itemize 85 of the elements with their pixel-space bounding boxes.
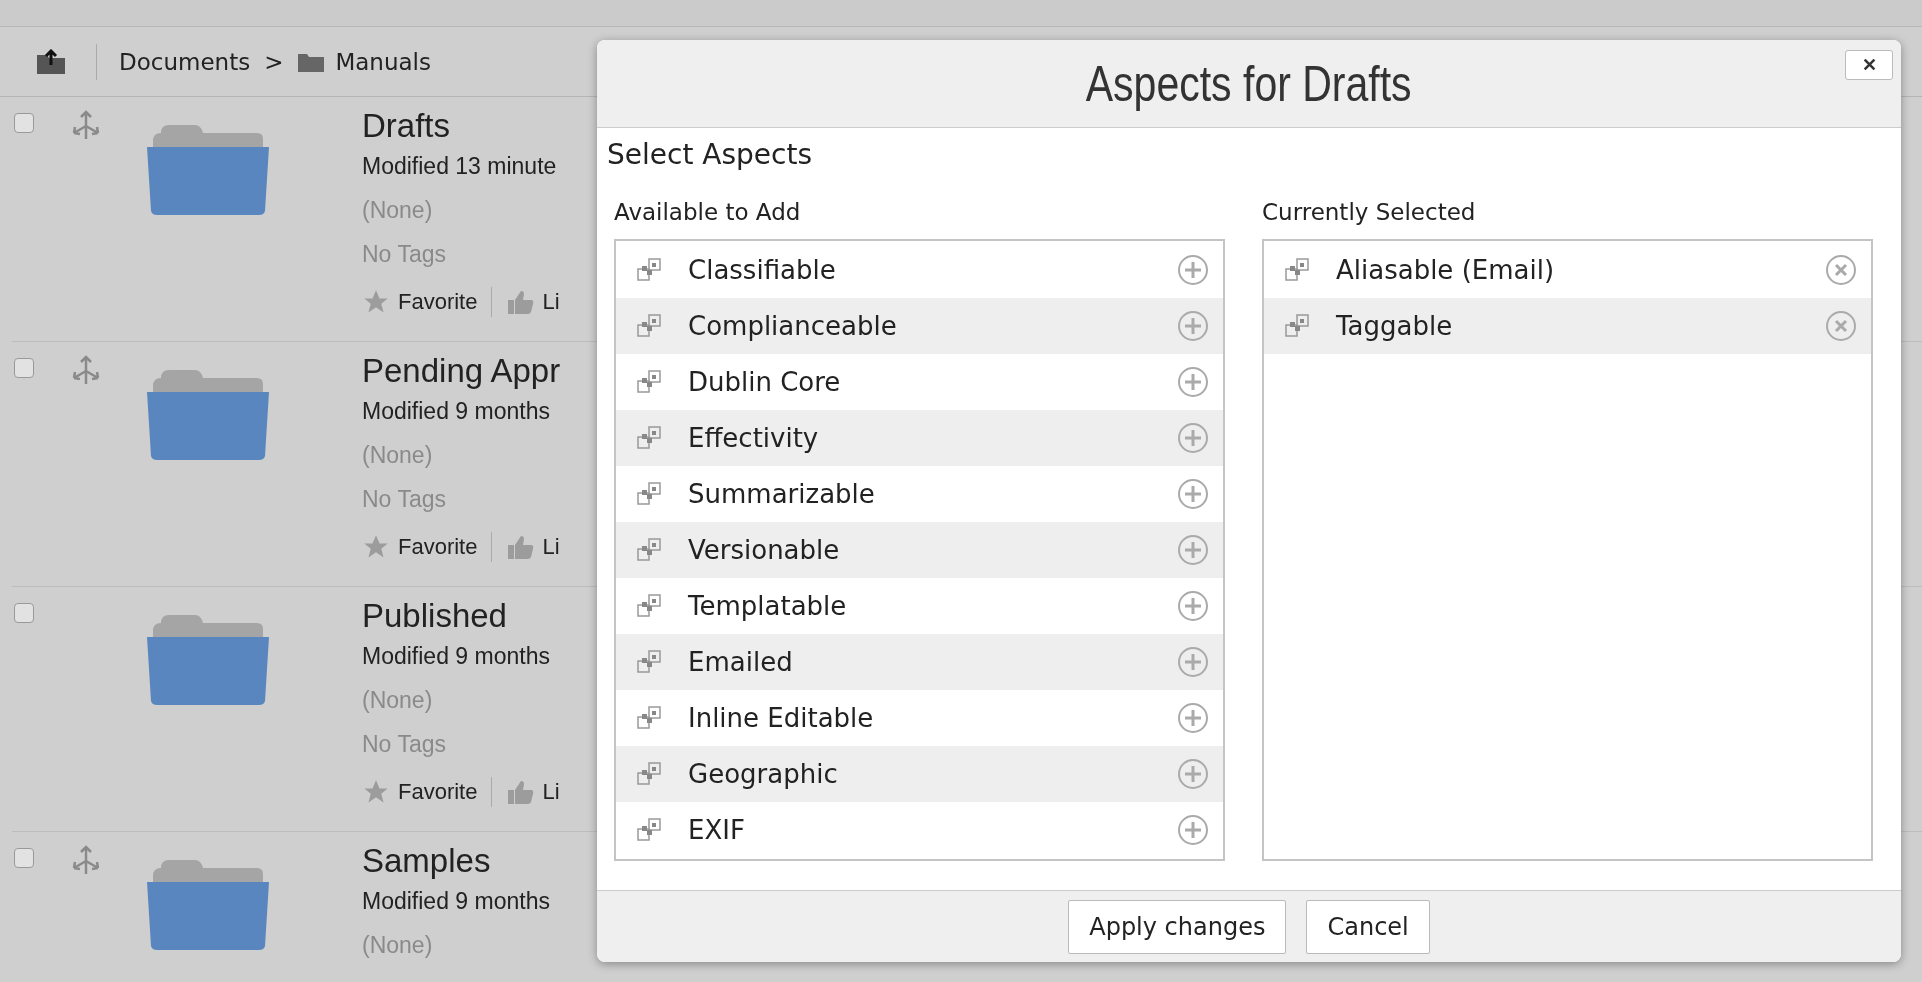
move-arrows-icon[interactable] xyxy=(70,109,102,141)
add-icon[interactable] xyxy=(1177,310,1209,342)
add-icon[interactable] xyxy=(1177,422,1209,454)
description-text: (None) xyxy=(362,687,434,715)
remove-icon[interactable] xyxy=(1825,254,1857,286)
aspect-icon xyxy=(636,313,662,339)
parent-folder-icon[interactable] xyxy=(36,48,66,75)
column-label: Available to Add xyxy=(614,199,802,225)
folder-icon xyxy=(145,613,271,705)
aspect-name: Inline Editable xyxy=(688,703,875,733)
add-icon[interactable] xyxy=(1177,814,1209,846)
aspect-name: Taggable xyxy=(1336,311,1454,341)
breadcrumb-link[interactable]: Documents xyxy=(119,48,251,75)
aspect-icon xyxy=(636,593,662,619)
column-label: Currently Selected xyxy=(1262,199,1477,225)
add-icon[interactable] xyxy=(1177,758,1209,790)
favorite-link[interactable]: Favorite xyxy=(398,289,478,315)
aspect-name: Summarizable xyxy=(688,479,876,509)
aspect-icon xyxy=(636,537,662,563)
tags-text: No Tags xyxy=(362,241,447,269)
add-icon[interactable] xyxy=(1177,478,1209,510)
folder-icon xyxy=(145,858,271,950)
folder-name[interactable]: Drafts xyxy=(362,107,560,153)
folder-icon xyxy=(145,368,271,460)
aspect-icon xyxy=(636,257,662,283)
aspect-name: Effectivity xyxy=(688,423,820,453)
move-arrows-icon[interactable] xyxy=(70,354,102,386)
aspect-icon xyxy=(636,705,662,731)
add-icon[interactable] xyxy=(1177,702,1209,734)
aspect-name: Versionable xyxy=(688,535,841,565)
aspect-name: Complianceable xyxy=(688,311,898,341)
add-icon[interactable] xyxy=(1177,366,1209,398)
aspect-name: Templatable xyxy=(688,591,848,621)
aspect-icon xyxy=(1284,257,1310,283)
move-arrows-icon[interactable] xyxy=(70,844,102,876)
section-heading: Select Aspects xyxy=(607,138,813,171)
aspect-name: Emailed xyxy=(688,647,794,677)
close-button[interactable]: ✕ xyxy=(1845,50,1893,80)
apply-button[interactable]: Apply changes xyxy=(1068,899,1287,954)
dialog-title: Aspects for Drafts xyxy=(1086,54,1412,113)
like-link[interactable]: Li xyxy=(542,534,560,560)
like-link[interactable]: Li xyxy=(542,289,560,315)
aspect-icon xyxy=(636,649,662,675)
select-checkbox[interactable] xyxy=(14,848,34,868)
aspect-icon xyxy=(636,369,662,395)
folder-icon xyxy=(145,123,271,215)
description-text: (None) xyxy=(362,932,434,960)
cancel-button[interactable]: Cancel xyxy=(1306,899,1430,954)
select-checkbox[interactable] xyxy=(14,358,34,378)
aspect-icon xyxy=(636,481,662,507)
aspect-icon xyxy=(1284,313,1310,339)
add-icon[interactable] xyxy=(1177,534,1209,566)
aspect-name: Dublin Core xyxy=(688,367,842,397)
thumbs-up-icon[interactable] xyxy=(506,779,535,805)
breadcrumb-link[interactable]: Manuals xyxy=(335,48,431,75)
aspect-name: Aliasable (Email) xyxy=(1336,255,1556,285)
tags-text: No Tags xyxy=(362,486,447,514)
description-text: (None) xyxy=(362,197,434,225)
folder-name[interactable]: Published xyxy=(362,597,560,643)
folder-name[interactable]: Pending Appr xyxy=(362,352,561,398)
modified-text: Modified 9 months xyxy=(362,398,551,426)
aspect-icon xyxy=(636,425,662,451)
folder-name[interactable]: Samples xyxy=(362,842,550,888)
select-checkbox[interactable] xyxy=(14,113,34,133)
thumbs-up-icon[interactable] xyxy=(506,289,535,315)
modified-text: Modified 9 months xyxy=(362,643,551,671)
modified-text: Modified 13 minute xyxy=(362,153,558,181)
like-link[interactable]: Li xyxy=(542,779,560,805)
favorite-link[interactable]: Favorite xyxy=(398,534,478,560)
aspect-name: Classifiable xyxy=(688,255,837,285)
aspect-icon xyxy=(636,817,662,843)
add-icon[interactable] xyxy=(1177,590,1209,622)
select-checkbox[interactable] xyxy=(14,603,34,623)
remove-icon[interactable] xyxy=(1825,310,1857,342)
breadcrumb-separator: > xyxy=(264,48,284,75)
modified-text: Modified 9 months xyxy=(362,888,550,916)
aspect-icon xyxy=(636,761,662,787)
add-icon[interactable] xyxy=(1177,254,1209,286)
favorite-link[interactable]: Favorite xyxy=(398,779,478,805)
add-icon[interactable] xyxy=(1177,646,1209,678)
tags-text: No Tags xyxy=(362,731,447,759)
thumbs-up-icon[interactable] xyxy=(506,534,535,560)
aspect-name: Geographic xyxy=(688,759,839,789)
description-text: (None) xyxy=(362,442,434,470)
aspect-name: EXIF xyxy=(688,815,746,845)
